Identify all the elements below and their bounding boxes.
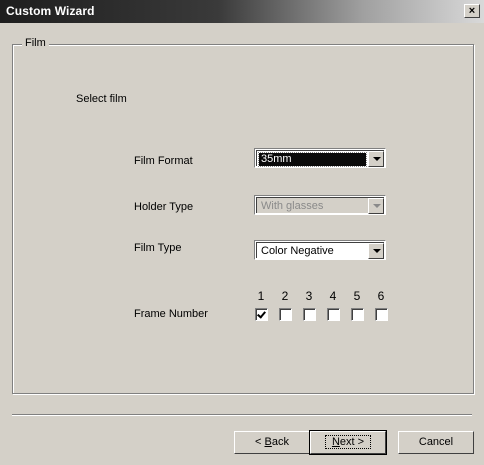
holder-type-label: Holder Type xyxy=(134,201,194,213)
frame-number-4: 4 xyxy=(329,289,337,303)
frame-number-3: 3 xyxy=(305,289,313,303)
back-prefix: < xyxy=(255,436,265,448)
frame-number-5: 5 xyxy=(353,289,361,303)
cancel-button[interactable]: Cancel xyxy=(398,431,474,454)
wizard-window: Custom Wizard × Film Select film Film Fo… xyxy=(0,0,484,465)
footer-separator xyxy=(12,414,472,416)
holder-type-select: With glasses xyxy=(254,195,386,215)
frame-checkbox-1[interactable] xyxy=(255,308,268,321)
film-format-value: 35mm xyxy=(258,152,367,167)
back-rest: ack xyxy=(271,436,289,448)
film-type-select[interactable]: Color Negative xyxy=(254,240,386,260)
film-format-select[interactable]: 35mm xyxy=(254,148,386,168)
next-rest: ext > xyxy=(339,436,365,448)
holder-type-value: With glasses xyxy=(261,200,324,212)
next-focus: Next > xyxy=(324,435,372,449)
next-mnemonic: N xyxy=(331,436,340,448)
close-icon: × xyxy=(468,5,476,17)
back-button[interactable]: < Back xyxy=(234,431,310,454)
frame-checkbox-3[interactable] xyxy=(303,308,316,321)
next-button[interactable]: Next > xyxy=(309,430,387,455)
chevron-down-icon[interactable] xyxy=(368,243,384,259)
frame-number-2: 2 xyxy=(281,289,289,303)
film-format-label: Film Format xyxy=(134,155,193,167)
title-bar[interactable]: Custom Wizard × xyxy=(0,0,484,23)
film-type-value: Color Negative xyxy=(261,245,334,257)
back-mnemonic: B xyxy=(264,436,272,448)
chevron-down-icon[interactable] xyxy=(368,151,384,167)
frame-number-6: 6 xyxy=(377,289,385,303)
window-title: Custom Wizard xyxy=(6,4,95,18)
group-legend: Film xyxy=(22,37,49,49)
close-button[interactable]: × xyxy=(464,4,480,18)
frame-checkbox-2[interactable] xyxy=(279,308,292,321)
frame-checkbox-6[interactable] xyxy=(375,308,388,321)
chevron-down-icon xyxy=(368,198,384,214)
frame-checkbox-4[interactable] xyxy=(327,308,340,321)
frame-number-1: 1 xyxy=(257,289,265,303)
frame-checkbox-5[interactable] xyxy=(351,308,364,321)
film-type-label: Film Type xyxy=(134,242,182,254)
frame-number-label: Frame Number xyxy=(134,308,208,320)
select-film-heading: Select film xyxy=(76,93,127,105)
